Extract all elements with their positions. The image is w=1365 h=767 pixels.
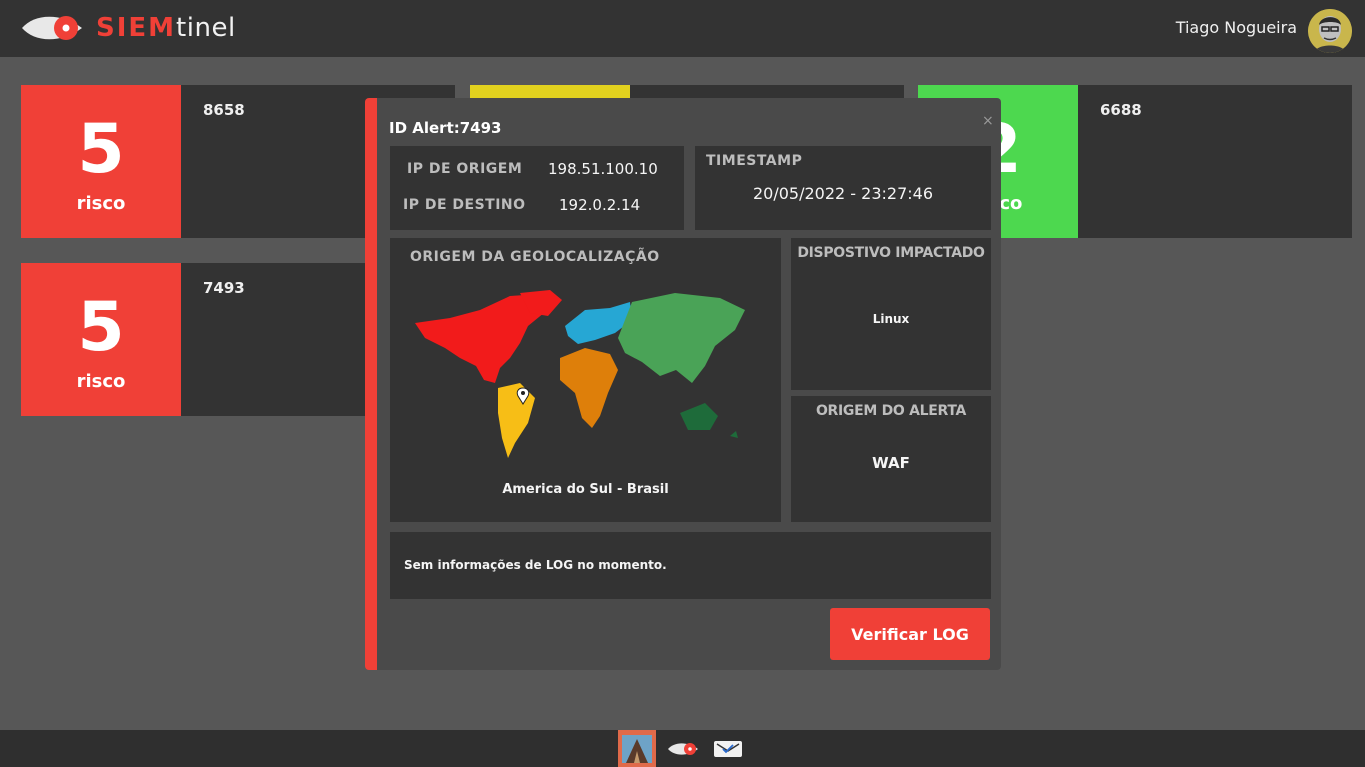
brand-part-tinel: tinel bbox=[176, 13, 236, 43]
close-icon[interactable]: × bbox=[982, 113, 994, 129]
map-south-america bbox=[498, 383, 535, 458]
mail-app-icon[interactable] bbox=[709, 730, 747, 767]
map-oceania bbox=[680, 403, 718, 430]
ip-origin-label: IP DE ORIGEM bbox=[407, 161, 523, 177]
timestamp-label: TIMESTAMP bbox=[706, 153, 803, 169]
risk-score: 5 bbox=[77, 110, 125, 189]
risk-score: 5 bbox=[77, 288, 125, 367]
geolocation-label: ORIGEM DA GEOLOCALIZAÇÃO bbox=[410, 249, 660, 265]
ip-origin-value: 198.51.100.10 bbox=[548, 160, 658, 178]
eye-logo-icon bbox=[22, 16, 82, 40]
mountain-app-icon[interactable] bbox=[618, 730, 656, 767]
geolocation-panel: ORIGEM DA GEOLOCALIZAÇÃO America do Sul … bbox=[390, 238, 781, 522]
avatar-image bbox=[1308, 9, 1352, 53]
world-map bbox=[415, 290, 745, 458]
alert-detail-modal: ID Alert:7493 × IP DE ORIGEM 198.51.100.… bbox=[365, 98, 1001, 670]
risk-box: 5 risco bbox=[21, 263, 181, 416]
ip-panel: IP DE ORIGEM 198.51.100.10 IP DE DESTINO… bbox=[390, 146, 684, 230]
risk-box: 5 risco bbox=[21, 85, 181, 238]
app-logo[interactable]: SIEMtinel bbox=[20, 10, 236, 46]
map-asia bbox=[618, 293, 745, 383]
risk-label: risco bbox=[76, 371, 126, 392]
user-name[interactable]: Tiago Nogueira bbox=[1176, 18, 1297, 37]
log-text: Sem informações de LOG no momento. bbox=[404, 558, 667, 572]
alert-id: 6688 bbox=[1100, 101, 1142, 119]
risk-label: risco bbox=[76, 193, 126, 214]
siemtinel-app-icon[interactable] bbox=[664, 730, 702, 767]
taskbar bbox=[0, 730, 1365, 767]
brand-name: SIEMtinel bbox=[96, 13, 236, 43]
alert-id: 8658 bbox=[203, 101, 245, 119]
impacted-device-value: Linux bbox=[872, 312, 910, 326]
ip-destination-label: IP DE DESTINO bbox=[403, 197, 526, 213]
timestamp-panel: TIMESTAMP 20/05/2022 - 23:27:46 bbox=[695, 146, 991, 230]
log-panel: Sem informações de LOG no momento. bbox=[390, 532, 991, 599]
verify-log-button[interactable]: Verificar LOG bbox=[830, 608, 990, 660]
impacted-device-label: DISPOSTIVO IMPACTADO bbox=[797, 245, 985, 261]
geolocation-value: America do Sul - Brasil bbox=[502, 482, 669, 497]
map-africa bbox=[560, 348, 618, 428]
brand-part-siem: SIEM bbox=[96, 13, 177, 43]
map-oceania-islands bbox=[730, 431, 738, 438]
ip-destination-value: 192.0.2.14 bbox=[559, 196, 641, 214]
impacted-device-panel: DISPOSTIVO IMPACTADO Linux bbox=[791, 238, 991, 390]
alert-origin-value: WAF bbox=[872, 454, 910, 472]
user-avatar[interactable] bbox=[1308, 9, 1352, 53]
modal-title: ID Alert:7493 bbox=[389, 119, 502, 137]
top-bar: SIEMtinel Tiago Nogueira bbox=[0, 0, 1365, 57]
alert-origin-label: ORIGEM DO ALERTA bbox=[815, 403, 967, 419]
alert-origin-panel: ORIGEM DO ALERTA WAF bbox=[791, 396, 991, 522]
timestamp-value: 20/05/2022 - 23:27:46 bbox=[752, 184, 934, 203]
alert-id: 7493 bbox=[203, 279, 245, 297]
